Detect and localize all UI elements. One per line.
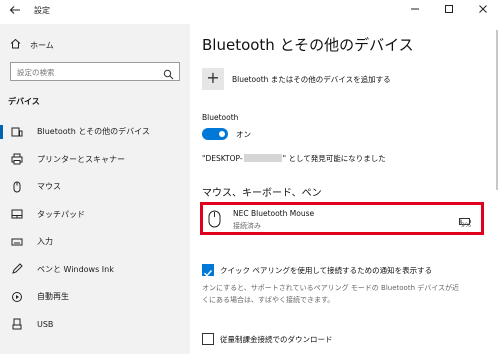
redacted-device-name bbox=[243, 154, 282, 162]
plus-icon: + bbox=[206, 68, 220, 87]
swift-pair-note: オンにすると、サポートされているペアリング モードの Bluetooth デバイ… bbox=[202, 284, 460, 304]
device-name: NEC Bluetooth Mouse bbox=[233, 209, 315, 218]
sidebar-item-label: プリンターとスキャナー bbox=[37, 154, 125, 164]
search-icon[interactable] bbox=[163, 65, 174, 80]
battery-percent: 9% bbox=[460, 221, 471, 229]
toggle-knob bbox=[219, 131, 225, 137]
sidebar-nav: Bluetooth とその他のデバイス プリンターとスキャナー マウス タッチパ… bbox=[0, 118, 190, 338]
section-title: マウス、キーボード、ペン bbox=[202, 188, 322, 199]
main-content: Bluetooth とその他のデバイス + Bluetooth またはその他のデ… bbox=[190, 24, 500, 354]
battery-icon bbox=[459, 210, 471, 225]
checkmark-icon bbox=[204, 270, 213, 277]
add-device-label[interactable]: Bluetooth またはその他のデバイスを追加する bbox=[232, 74, 391, 85]
touchpad-icon bbox=[11, 208, 23, 220]
pen-icon bbox=[11, 263, 23, 275]
minimize-icon[interactable] bbox=[398, 0, 432, 24]
window-title: 設定 bbox=[34, 6, 50, 15]
toggle-state-label: オン bbox=[236, 130, 251, 139]
scrollbar[interactable] bbox=[496, 30, 498, 190]
sidebar-item-autoplay[interactable]: 自動再生 bbox=[0, 283, 190, 311]
device-item-nec-mouse[interactable]: NEC Bluetooth Mouse 接続済み 9% bbox=[200, 202, 484, 235]
home-icon bbox=[8, 38, 22, 52]
bluetooth-toggle[interactable] bbox=[202, 128, 228, 140]
autoplay-icon bbox=[11, 291, 23, 303]
search-placeholder: 設定の検索 bbox=[17, 68, 55, 77]
home-label: ホーム bbox=[30, 40, 54, 50]
maximize-icon[interactable] bbox=[432, 0, 466, 24]
device-status: 接続済み bbox=[233, 222, 261, 230]
title-bar: 設定 bbox=[0, 0, 500, 24]
metered-download-label[interactable]: 従量制課金接続でのダウンロード bbox=[220, 334, 333, 345]
discover-suffix: " として発見可能になりました bbox=[282, 154, 386, 163]
printer-icon bbox=[11, 153, 23, 165]
home-nav-item[interactable]: ホーム bbox=[8, 38, 54, 52]
page-title: Bluetooth とその他のデバイス bbox=[202, 36, 414, 54]
close-icon[interactable] bbox=[466, 0, 500, 24]
sidebar-item-printers[interactable]: プリンターとスキャナー bbox=[0, 146, 190, 174]
window-controls bbox=[398, 0, 500, 24]
back-arrow-icon[interactable] bbox=[6, 3, 24, 21]
sidebar-item-usb[interactable]: USB bbox=[0, 311, 190, 339]
sidebar-item-label: 入力 bbox=[37, 237, 53, 247]
sidebar-item-input[interactable]: 入力 bbox=[0, 228, 190, 256]
sidebar-section-title: デバイス bbox=[8, 97, 40, 106]
sidebar-item-label: USB bbox=[37, 319, 54, 329]
sidebar-item-label: タッチパッド bbox=[37, 209, 85, 219]
metered-download-checkbox[interactable] bbox=[202, 333, 214, 345]
add-device-button[interactable]: + bbox=[202, 68, 224, 90]
sidebar-item-touchpad[interactable]: タッチパッド bbox=[0, 201, 190, 229]
sidebar-item-label: 自動再生 bbox=[37, 292, 69, 302]
keyboard-icon bbox=[11, 236, 23, 248]
search-input[interactable]: 設定の検索 bbox=[10, 62, 180, 81]
mouse-icon bbox=[208, 210, 221, 228]
swift-pair-checkbox[interactable] bbox=[202, 264, 214, 277]
sidebar-item-label: マウス bbox=[37, 182, 61, 192]
sidebar-item-bluetooth[interactable]: Bluetooth とその他のデバイス bbox=[0, 118, 190, 146]
sidebar-item-mouse[interactable]: マウス bbox=[0, 173, 190, 201]
swift-pair-label[interactable]: クイック ペアリングを使用して接続するための通知を表示する bbox=[220, 265, 432, 276]
mouse-icon bbox=[11, 181, 23, 193]
discover-prefix: "DESKTOP- bbox=[202, 154, 243, 163]
bluetooth-devices-icon bbox=[11, 126, 23, 138]
sidebar-item-label: ペンと Windows Ink bbox=[37, 264, 114, 274]
discoverable-text: "DESKTOP- " として発見可能になりました bbox=[202, 153, 386, 164]
sidebar: ホーム 設定の検索 デバイス Bluetooth とその他のデバイス プリンター… bbox=[0, 24, 190, 354]
sidebar-item-pen[interactable]: ペンと Windows Ink bbox=[0, 256, 190, 284]
bluetooth-label: Bluetooth bbox=[202, 113, 239, 122]
sidebar-item-label: Bluetooth とその他のデバイス bbox=[37, 127, 150, 137]
usb-icon bbox=[11, 318, 23, 330]
